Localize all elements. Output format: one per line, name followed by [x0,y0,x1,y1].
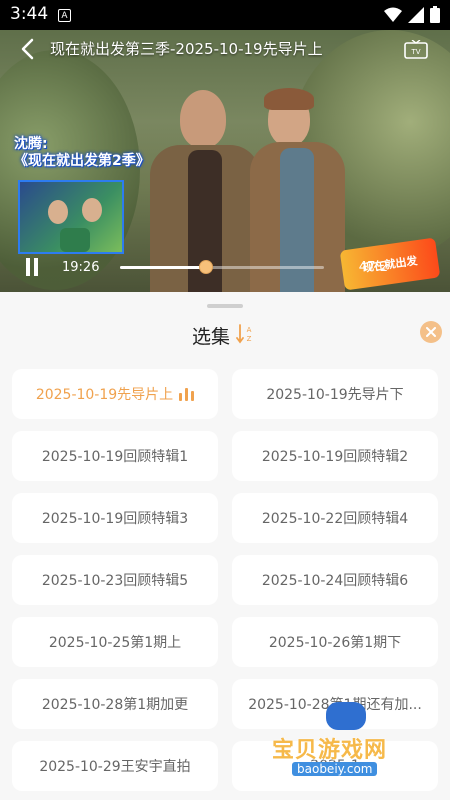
episode-button[interactable]: 2025-10-22回顾特辑4 [232,493,438,543]
episode-label: 2025-10-29王安宇直拍 [39,759,191,775]
close-icon [426,327,436,337]
status-time: 3:44 [10,4,49,24]
wifi-icon [384,7,402,22]
show-caption: 沈腾: 《现在就出发第2季》 [14,136,150,170]
notification-icon: A [58,9,71,22]
battery-icon [430,6,440,23]
signal-icon [408,6,424,23]
episode-label: 2025-10-28第1期还有加... [248,697,422,713]
episode-button[interactable]: 2025-10-19回顾特辑3 [12,493,218,543]
total-time: 47:2 [358,260,388,275]
video-title: 现在就出发第三季-2025-10-19先导片上 [50,40,323,58]
progress-fill [120,266,206,269]
episode-button[interactable]: 2025-10-28第1期还有加... [232,679,438,729]
episode-label: 2025-10-19先导片上 [35,387,174,403]
episode-label: 2025-1 [310,758,360,774]
episode-button[interactable]: 2025-10-19回顾特辑1 [12,431,218,481]
sort-az-icon[interactable]: A Z [236,324,254,344]
episode-label: 2025-10-25第1期上 [48,635,182,651]
back-arrow-icon[interactable] [18,38,38,60]
episode-label: 2025-10-19回顾特辑2 [261,449,409,465]
video-scene-foliage [0,50,140,290]
progress-bar[interactable] [120,260,324,274]
current-time: 19:26 [62,260,100,275]
episode-button[interactable]: 2025-10-25第1期上 [12,617,218,667]
episode-button[interactable]: 2025-10-26第1期下 [232,617,438,667]
now-playing-icon [179,387,195,401]
episode-label: 2025-10-19回顾特辑3 [41,511,189,527]
progress-thumb[interactable] [198,260,213,274]
episode-label: 2025-10-22回顾特辑4 [261,511,409,527]
episode-button[interactable]: 2025-1 [232,741,438,791]
status-bar: 3:44 A [0,0,450,30]
svg-text:A: A [247,326,252,334]
episode-label: 2025-10-24回顾特辑6 [261,573,409,589]
episode-button[interactable]: 2025-10-19先导片上 [12,369,218,419]
drag-handle[interactable] [207,304,243,308]
episode-button[interactable]: 2025-10-19回顾特辑2 [232,431,438,481]
episode-grid: 2025-10-19先导片上 2025-10-19先导片下 2025-10-19回顾… [12,369,438,791]
caption-line: 《现在就出发第2季》 [14,153,150,169]
episode-label: 2025-10-26第1期下 [268,635,402,651]
video-player[interactable]: 现在就出发第三季-2025-10-19先导片上 TV 沈腾: 《现在就出发第2季… [0,30,450,292]
tv-label: TV [410,48,420,56]
episode-label: 2025-10-19先导片下 [266,387,404,403]
picture-in-picture-inset [18,180,124,254]
episode-button[interactable]: 2025-10-29王安宇直拍 [12,741,218,791]
episode-button[interactable]: 2025-10-23回顾特辑5 [12,555,218,605]
status-icons [384,6,440,23]
episode-label: 2025-10-19回顾特辑1 [41,449,189,465]
close-button[interactable] [420,321,442,343]
pause-button[interactable] [24,258,40,276]
episode-label: 2025-10-28第1期加更 [41,697,189,713]
caption-line: 沈腾: [14,136,48,152]
episode-label: 2025-10-23回顾特辑5 [41,573,189,589]
episode-sheet: 选集 A Z 2025-10-19先导片上 2025-10-19先导片下 2025-… [0,292,450,800]
episode-button[interactable]: 2025-10-28第1期加更 [12,679,218,729]
episode-button[interactable]: 2025-10-19先导片下 [232,369,438,419]
sheet-title: 选集 [192,326,231,348]
episode-button[interactable]: 2025-10-24回顾特辑6 [232,555,438,605]
svg-text:Z: Z [247,335,252,343]
cast-tv-icon[interactable]: TV [404,40,428,60]
video-person [250,88,345,292]
